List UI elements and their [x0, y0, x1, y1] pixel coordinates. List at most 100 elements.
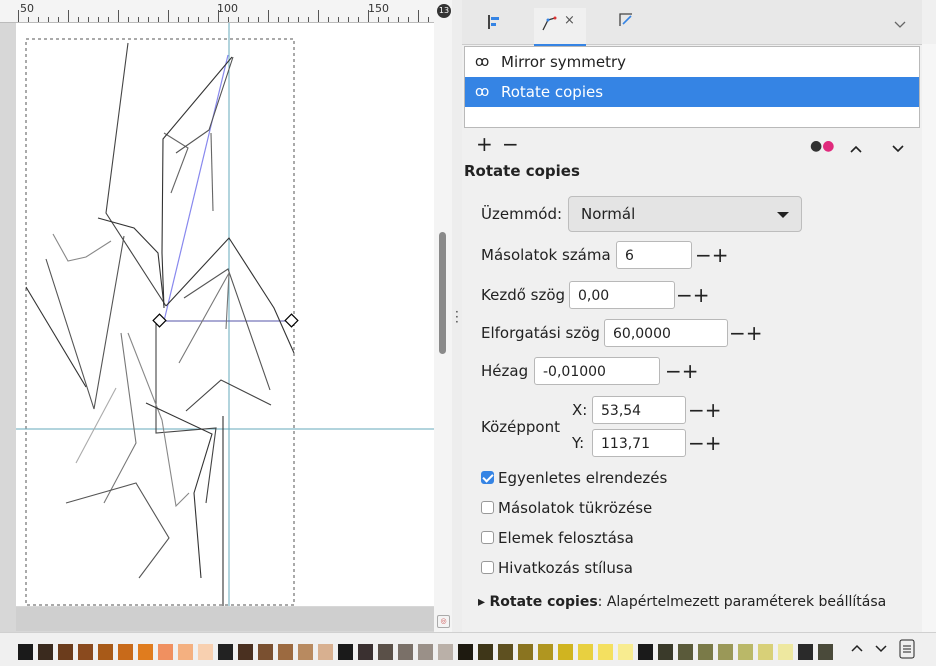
ruler-tick — [218, 10, 219, 22]
rotation-angle-input[interactable]: 60,0000 — [604, 319, 728, 347]
scrollbar-thumb[interactable] — [439, 232, 446, 354]
center-x-stepper[interactable]: −+ — [688, 396, 722, 424]
color-swatch[interactable] — [198, 644, 213, 660]
panel-splitter[interactable]: · · · — [452, 0, 462, 632]
color-swatch[interactable] — [18, 644, 33, 660]
color-swatch[interactable] — [778, 644, 793, 660]
checkbox-checked-icon[interactable] — [481, 471, 494, 484]
canvas-area[interactable]: 50 100 150 13 ◎ — [0, 0, 452, 632]
color-swatch[interactable] — [138, 644, 153, 660]
ruler-tick — [198, 17, 199, 22]
start-angle-stepper[interactable]: −+ — [676, 281, 710, 309]
add-effect-button[interactable]: + — [476, 134, 493, 154]
color-swatch[interactable] — [638, 644, 653, 660]
color-swatch[interactable] — [218, 644, 233, 660]
drawing-canvas[interactable] — [16, 23, 434, 606]
copies-stepper[interactable]: −+ — [695, 241, 729, 269]
horizontal-ruler[interactable]: 50 100 150 — [0, 0, 449, 23]
color-manage-icon[interactable]: ◎ — [437, 615, 450, 628]
list-item[interactable]: ꝏ Mirror symmetry — [465, 47, 919, 77]
mode-value: Normál — [581, 205, 636, 223]
tab-align[interactable] — [486, 14, 502, 42]
color-swatch[interactable] — [318, 644, 333, 660]
edit-icon — [619, 13, 632, 26]
color-swatch[interactable] — [498, 644, 513, 660]
defaults-expander[interactable]: ▸ Rotate copies: Alapértelmezett paramét… — [478, 594, 886, 610]
visibility-eye-icon[interactable]: ꝏ — [475, 77, 489, 107]
color-swatch[interactable] — [598, 644, 613, 660]
color-swatch[interactable] — [438, 644, 453, 660]
color-swatch[interactable] — [518, 644, 533, 660]
color-swatch[interactable] — [678, 644, 693, 660]
node-handle-right — [284, 313, 299, 328]
tab-path-effects[interactable]: × — [534, 8, 586, 46]
ruler-label: 50 — [20, 2, 34, 15]
canvas-horizontal-scrollbar[interactable] — [16, 607, 434, 631]
color-swatch[interactable] — [258, 644, 273, 660]
color-swatch[interactable] — [618, 644, 633, 660]
color-swatch[interactable] — [478, 644, 493, 660]
color-swatch[interactable] — [398, 644, 413, 660]
checkbox-icon[interactable] — [481, 561, 494, 574]
color-swatch[interactable] — [298, 644, 313, 660]
color-swatch[interactable] — [158, 644, 173, 660]
effects-list[interactable]: ꝏ Mirror symmetry ꝏ Rotate copies — [464, 46, 920, 128]
center-y-stepper[interactable]: −+ — [688, 429, 722, 457]
start-angle-input[interactable]: 0,00 — [569, 281, 675, 309]
list-item-selected[interactable]: ꝏ Rotate copies — [465, 77, 919, 107]
color-palette[interactable] — [0, 632, 936, 666]
visibility-eye-icon[interactable]: ꝏ — [475, 47, 489, 77]
tab-close-icon[interactable]: × — [564, 13, 575, 28]
panel-scrollbar[interactable] — [922, 44, 936, 632]
defaults-text: : Alapértelmezett paraméterek beállítása — [597, 594, 887, 610]
color-swatch[interactable] — [278, 644, 293, 660]
color-swatch[interactable] — [558, 644, 573, 660]
center-y-input[interactable]: 113,71 — [592, 429, 686, 457]
rotation-angle-stepper[interactable]: −+ — [729, 319, 763, 347]
move-up-icon[interactable] — [850, 136, 862, 156]
color-swatch[interactable] — [418, 644, 433, 660]
color-swatch[interactable] — [118, 644, 133, 660]
gap-input[interactable]: -0,01000 — [534, 357, 660, 385]
drawing-svg[interactable] — [16, 23, 434, 606]
center-x-input[interactable]: 53,54 — [592, 396, 686, 424]
chevron-down-icon[interactable] — [894, 14, 906, 33]
ruler-tick — [158, 17, 159, 22]
move-down-icon[interactable] — [892, 136, 904, 156]
color-swatch[interactable] — [338, 644, 353, 660]
tab-edit[interactable] — [618, 12, 634, 40]
palette-controls[interactable] — [848, 637, 928, 665]
color-swatch[interactable] — [458, 644, 473, 660]
mode-select[interactable]: Normál — [568, 196, 802, 232]
color-swatch[interactable] — [378, 644, 393, 660]
color-swatch[interactable] — [818, 644, 833, 660]
canvas-vertical-scrollbar[interactable] — [434, 22, 452, 610]
color-swatch[interactable] — [98, 644, 113, 660]
color-swatch[interactable] — [178, 644, 193, 660]
color-swatch[interactable] — [738, 644, 753, 660]
rotation-handle-line — [163, 54, 229, 322]
color-swatch[interactable] — [358, 644, 373, 660]
grip-icon[interactable]: · · · — [455, 306, 459, 328]
color-swatch[interactable] — [798, 644, 813, 660]
checkbox-icon[interactable] — [481, 501, 494, 514]
color-swatch[interactable] — [578, 644, 593, 660]
color-swatch[interactable] — [658, 644, 673, 660]
path-effect-icon — [542, 16, 557, 31]
color-swatch[interactable] — [698, 644, 713, 660]
color-swatch[interactable] — [38, 644, 53, 660]
lpe-dots-icon[interactable]: ●● — [810, 136, 834, 156]
color-swatch[interactable] — [538, 644, 553, 660]
color-swatch[interactable] — [758, 644, 773, 660]
zoom-corner[interactable]: ◎ — [434, 610, 452, 632]
gap-stepper[interactable]: −+ — [665, 357, 699, 385]
checkbox-icon[interactable] — [481, 531, 494, 544]
ruler-tick — [168, 10, 169, 22]
color-swatch[interactable] — [238, 644, 253, 660]
color-swatch[interactable] — [718, 644, 733, 660]
color-swatch[interactable] — [78, 644, 93, 660]
zoom-badge-icon: 13 — [437, 4, 451, 18]
copies-input[interactable]: 6 — [616, 241, 692, 269]
color-swatch[interactable] — [58, 644, 73, 660]
remove-effect-button[interactable]: − — [502, 134, 519, 154]
